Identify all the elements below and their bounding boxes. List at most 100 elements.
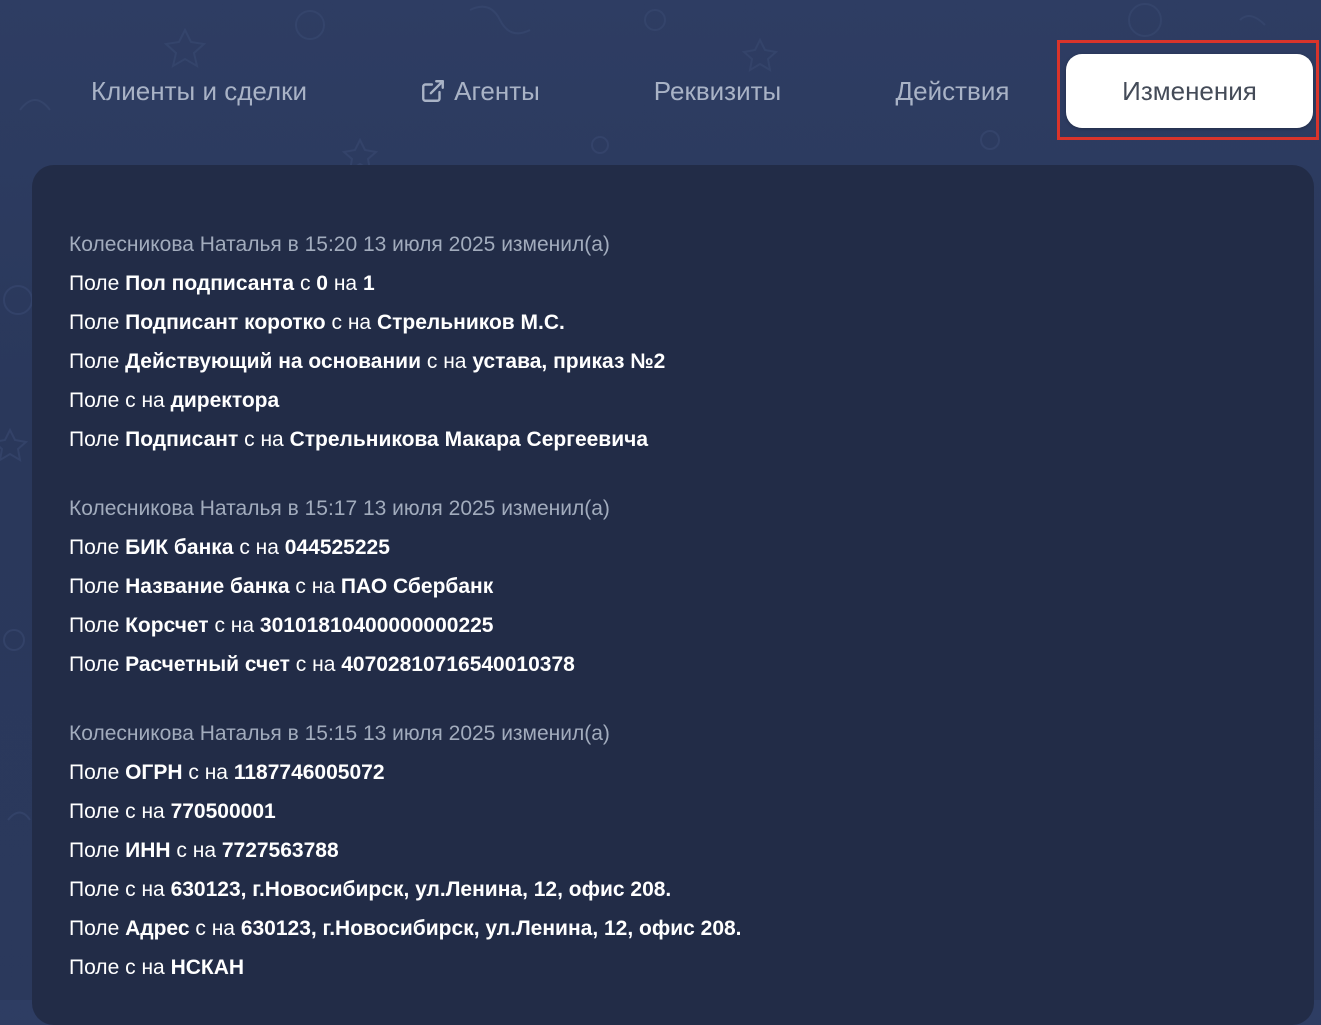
word-from: с [125,878,136,901]
word-to: на [312,653,336,676]
word-field: Поле [69,761,120,784]
word-field: Поле [69,575,120,598]
field-name: БИК банка [125,536,234,559]
word-field: Поле [69,800,120,823]
change-line: Поле Подписант коротко с на Стрельников … [69,303,1291,342]
new-value: 044525225 [284,536,390,559]
field-name: Подписант [125,428,239,451]
change-line: Поле с на 770500001 [69,792,1291,831]
word-from: с [239,536,250,559]
field-name: ИНН [125,839,171,862]
word-from: с [125,800,136,823]
new-value: 630123, г.Новосибирск, ул.Ленина, 12, оф… [240,917,742,940]
word-to: на [211,917,235,940]
word-to: на [141,389,165,412]
tab-clients-and-deals[interactable]: Клиенты и сделки [70,54,328,128]
field-name: Пол подписанта [125,272,295,295]
change-line: Поле с на директора [69,381,1291,420]
change-entry-header: Колесникова Наталья в 15:20 13 июля 2025… [69,233,610,256]
change-entry: Колесникова Наталья в 15:20 13 июля 2025… [69,225,1291,459]
new-value: 1187746005072 [233,761,385,784]
tab-agents[interactable]: Агенты [400,54,560,128]
tab-requisites[interactable]: Реквизиты [630,54,805,128]
tab-label: Агенты [454,75,540,106]
change-line: Поле Действующий на основании с на устав… [69,342,1291,381]
change-entry: Колесникова Наталья в 15:15 13 июля 2025… [69,714,1291,987]
word-field: Поле [69,653,120,676]
tab-label: Изменения [1122,75,1257,106]
word-from: с [295,575,306,598]
word-to: на [141,956,165,979]
word-field: Поле [69,917,120,940]
word-from: с [188,761,199,784]
field-name: Название банка [125,575,290,598]
tab-label: Действия [895,75,1010,106]
change-entry-header: Колесникова Наталья в 15:17 13 июля 2025… [69,497,610,520]
new-value: Стрельников М.С. [376,311,565,334]
word-to: на [230,614,255,637]
new-value: 30101810400000000225 [259,614,494,637]
change-line: Поле БИК банка с на 044525225 [69,528,1291,567]
change-line: Поле с на 630123, г.Новосибирск, ул.Лени… [69,870,1291,909]
word-field: Поле [69,878,120,901]
word-to: на [141,878,165,901]
word-to: на [443,350,467,373]
word-from: с [331,311,342,334]
change-line: Поле ИНН с на 7727563788 [69,831,1291,870]
field-name: Подписант коротко [125,311,326,334]
new-value: 7727563788 [221,839,339,862]
word-to: на [192,839,216,862]
new-value: НСКАН [170,956,245,979]
change-line: Поле с на НСКАН [69,948,1291,987]
change-log: Колесникова Наталья в 15:20 13 июля 2025… [69,225,1291,1017]
field-name: ОГРН [125,761,183,784]
old-value: 0 [316,272,328,295]
change-line: Поле Подписант с на Стрельникова Макара … [69,420,1291,459]
new-value: 1 [362,272,375,295]
change-line: Поле Корсчет с на 30101810400000000225 [69,606,1291,645]
new-value: устава, приказ №2 [472,350,666,373]
word-from: с [295,653,307,676]
new-value: 770500001 [170,800,276,823]
external-link-icon [420,78,446,104]
word-from: с [214,614,225,637]
word-field: Поле [69,350,120,373]
word-from: с [299,272,311,295]
word-to: на [311,575,336,598]
field-name: Расчетный счет [125,653,290,676]
word-to: на [260,428,284,451]
word-from: с [195,917,206,940]
word-field: Поле [69,839,120,862]
word-field: Поле [69,428,120,451]
change-line: Поле Расчетный счет с на 407028107165400… [69,645,1291,684]
word-field: Поле [69,536,120,559]
word-to: на [347,311,372,334]
tab-label: Реквизиты [653,75,782,106]
word-from: с [125,956,136,979]
word-to: на [255,536,279,559]
word-field: Поле [69,311,120,334]
new-value: 630123, г.Новосибирск, ул.Ленина, 12, оф… [170,878,672,901]
tab-bar: Клиенты и сделки Агенты Реквизиты Действ… [0,0,1321,165]
new-value: Стрельникова Макара Сергеевича [289,428,648,451]
change-line: Поле Адрес с на 630123, г.Новосибирск, у… [69,909,1291,948]
word-from: с [176,839,187,862]
word-field: Поле [69,389,120,412]
word-from: с [426,350,438,373]
change-line: Поле Название банка с на ПАО Сбербанк [69,567,1291,606]
tab-label: Клиенты и сделки [90,75,308,106]
change-entry: Колесникова Наталья в 15:17 13 июля 2025… [69,489,1291,684]
change-line: Поле ОГРН с на 1187746005072 [69,753,1291,792]
word-field: Поле [69,614,120,637]
field-name: Действующий на основании [125,350,421,373]
change-line: Поле Пол подписанта с 0 на 1 [69,264,1291,303]
word-from: с [125,389,136,412]
tab-changes[interactable]: Изменения [1066,54,1313,128]
field-name: Корсчет [125,614,209,637]
tab-actions[interactable]: Действия [870,54,1035,128]
word-to: на [141,800,165,823]
word-field: Поле [69,272,120,295]
new-value: 40702810716540010378 [341,653,575,676]
word-field: Поле [69,956,120,979]
field-name: Адрес [125,917,190,940]
